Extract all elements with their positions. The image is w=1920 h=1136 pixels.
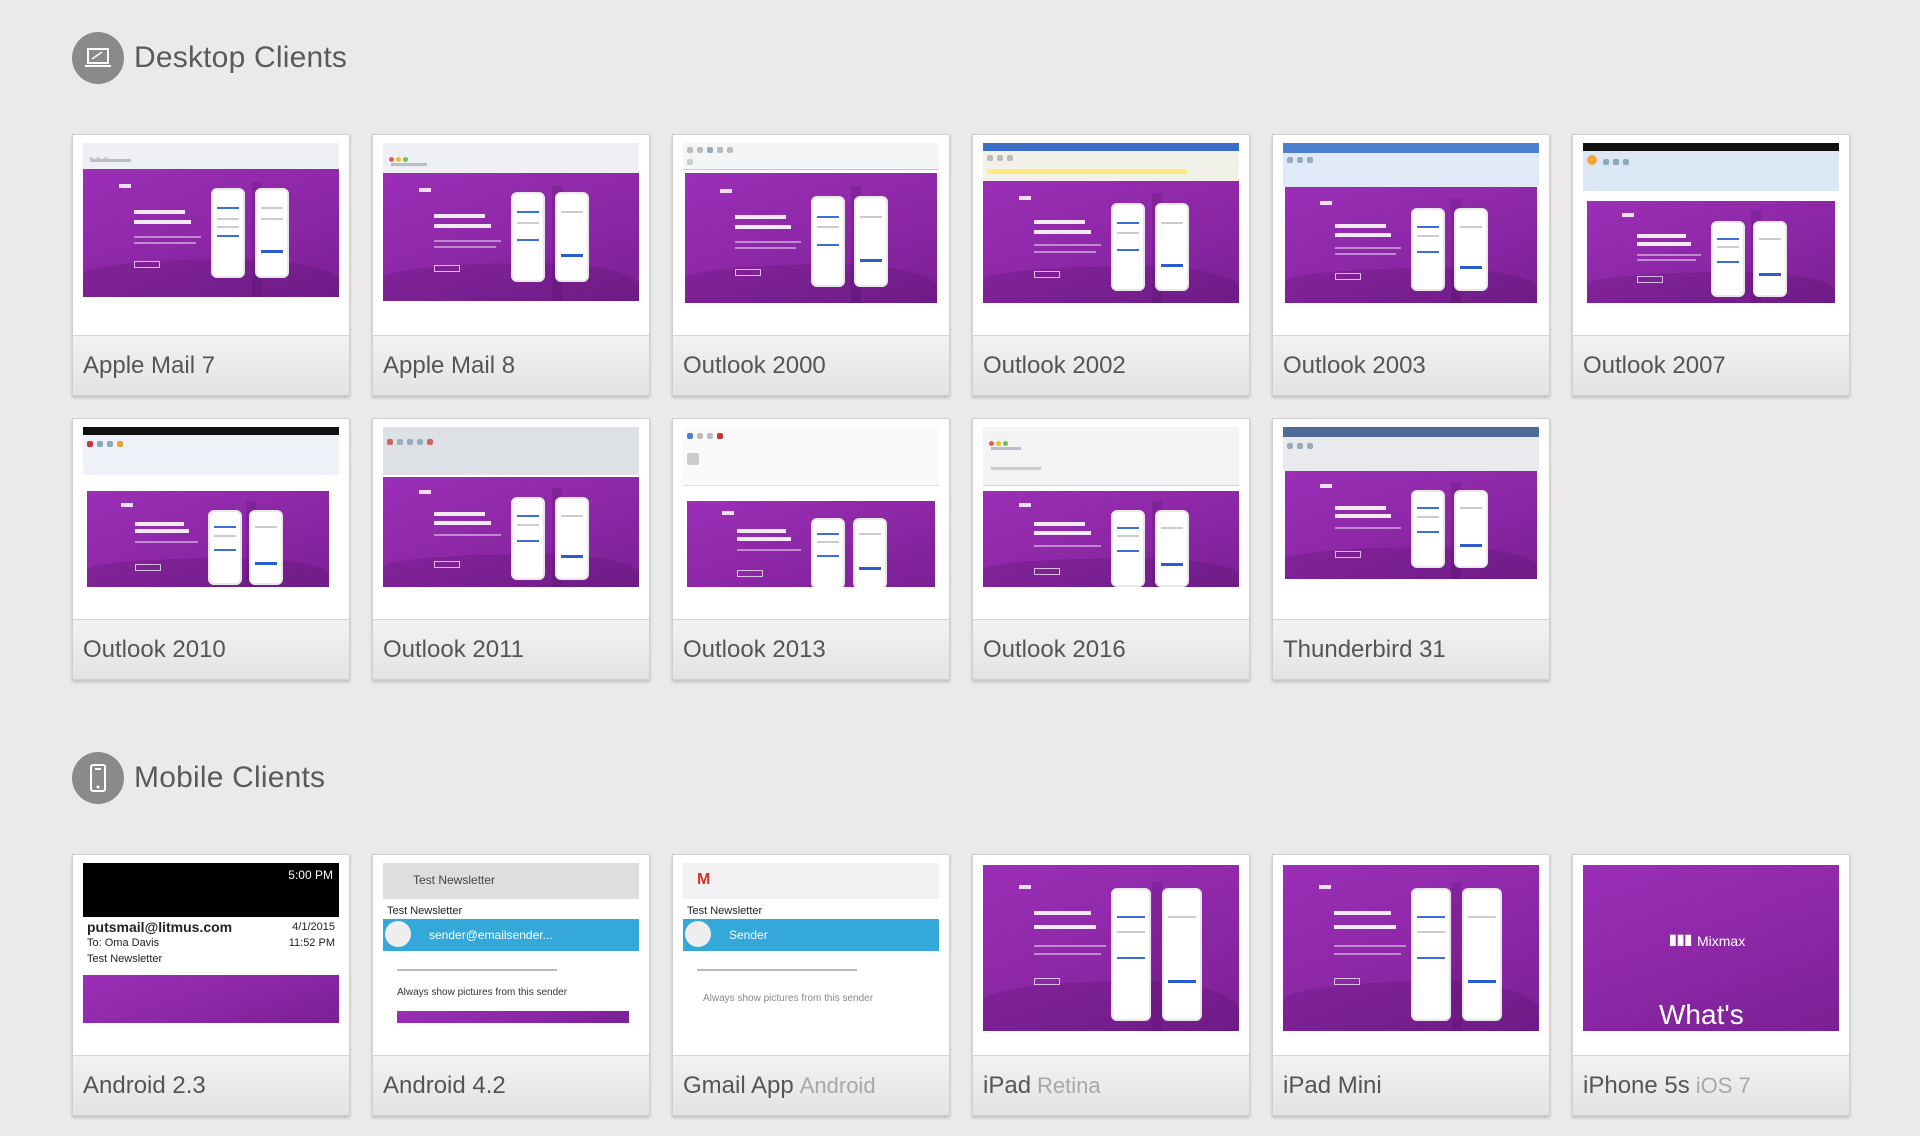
client-screenshot [1573,135,1849,335]
client-label: iPhone 5s iOS 7 [1573,1055,1849,1115]
client-label: iPad Mini [1273,1055,1549,1115]
client-screenshot [973,419,1249,619]
mobile-client-grid: 5:00 PM putsmail@litmus.com 4/1/2015 To:… [72,854,1852,1116]
mobile-phone-icon [72,752,124,804]
client-screenshot [73,419,349,619]
mobile-clients-header: Mobile Clients [72,752,325,804]
client-screenshot [373,135,649,335]
client-label: Outlook 2000 [673,335,949,395]
client-card-apple-mail-7[interactable]: Apple Mail 7 [72,134,350,396]
client-card-iphone-5s-ios-7[interactable]: ▮▮▮ Mixmax What's iPhone 5s iOS 7 [1572,854,1850,1116]
client-card-outlook-2016[interactable]: Outlook 2016 [972,418,1250,680]
client-label: Outlook 2003 [1273,335,1549,395]
client-screenshot: Test Newsletter Test Newsletter sender@e… [373,855,649,1055]
client-label: Outlook 2016 [973,619,1249,679]
client-label: Outlook 2002 [973,335,1249,395]
client-label: Outlook 2013 [673,619,949,679]
client-label: Android 4.2 [373,1055,649,1115]
client-screenshot [73,135,349,335]
client-card-outlook-2007[interactable]: Outlook 2007 [1572,134,1850,396]
client-screenshot [973,855,1249,1055]
section-title: Mobile Clients [134,761,326,794]
client-label: Gmail App Android [673,1055,949,1115]
client-screenshot [1273,855,1549,1055]
client-card-thunderbird-31[interactable]: Thunderbird 31 [1272,418,1550,680]
client-label: Apple Mail 7 [73,335,349,395]
client-card-outlook-2010[interactable]: Outlook 2010 [72,418,350,680]
client-screenshot [973,135,1249,335]
client-screenshot: ▮▮▮ Mixmax What's [1573,855,1849,1055]
client-card-outlook-2013[interactable]: Outlook 2013 [672,418,950,680]
client-screenshot: 5:00 PM putsmail@litmus.com 4/1/2015 To:… [73,855,349,1055]
section-title: Desktop Clients [134,41,348,74]
client-card-outlook-2002[interactable]: Outlook 2002 [972,134,1250,396]
client-label: Outlook 2010 [73,619,349,679]
client-label: Apple Mail 8 [373,335,649,395]
client-label: iPad Retina [973,1055,1249,1115]
client-screenshot [673,135,949,335]
laptop-icon [72,32,124,84]
client-screenshot: M Test Newsletter Sender Always show pic… [673,855,949,1055]
client-label: Outlook 2007 [1573,335,1849,395]
client-card-outlook-2011[interactable]: Outlook 2011 [372,418,650,680]
mixmax-logo-icon: ▮▮▮ [1669,931,1693,947]
client-card-ipad-retina[interactable]: iPad Retina [972,854,1250,1116]
client-card-outlook-2003[interactable]: Outlook 2003 [1272,134,1550,396]
client-label: Thunderbird 31 [1273,619,1549,679]
client-card-ipad-mini[interactable]: iPad Mini [1272,854,1550,1116]
client-card-outlook-2000[interactable]: Outlook 2000 [672,134,950,396]
client-label: Android 2.3 [73,1055,349,1115]
client-screenshot [373,419,649,619]
client-screenshot [673,419,949,619]
client-card-gmail-app-android[interactable]: M Test Newsletter Sender Always show pic… [672,854,950,1116]
client-card-apple-mail-8[interactable]: Apple Mail 8 [372,134,650,396]
gmail-logo-icon: M [697,871,711,888]
client-label: Outlook 2011 [373,619,649,679]
client-screenshot [1273,135,1549,335]
client-screenshot [1273,419,1549,619]
client-card-android-2-3[interactable]: 5:00 PM putsmail@litmus.com 4/1/2015 To:… [72,854,350,1116]
desktop-client-grid: Apple Mail 7 Apple Mail 8 Outlook 2000 O… [72,134,1852,680]
status-bar: 5:00 PM [83,863,339,887]
desktop-clients-header: Desktop Clients [72,32,347,84]
client-card-android-4-2[interactable]: Test Newsletter Test Newsletter sender@e… [372,854,650,1116]
